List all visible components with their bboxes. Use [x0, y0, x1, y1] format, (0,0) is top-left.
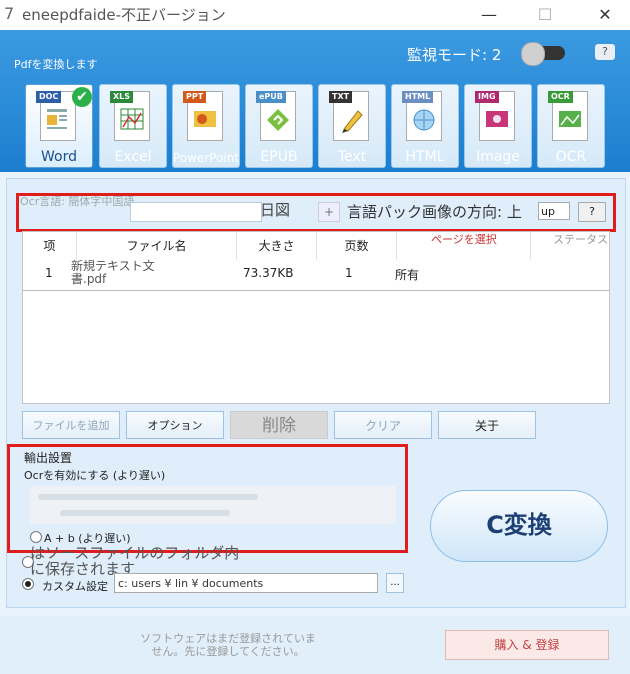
format-html-button[interactable]: HTML HTML [391, 84, 459, 168]
highlight-box-output [7, 444, 408, 553]
format-epub-button[interactable]: ePUB EPUB [245, 84, 313, 168]
format-powerpoint-button[interactable]: PPT PowerPoint [172, 84, 240, 168]
format-tag: XLS [110, 91, 134, 103]
toggle-knob [521, 42, 545, 66]
format-tag: TXT [329, 91, 353, 103]
convert-label: Pdfを変換します [14, 58, 98, 71]
header-bar: Pdfを変換します 監視モード: 2 ? DOC ✔ Word XLS Exce… [0, 30, 630, 172]
monitor-mode-toggle[interactable] [521, 42, 565, 66]
row-select: 所有 [395, 268, 420, 282]
column-header: ステータス [553, 233, 608, 246]
add-file-button[interactable]: ファイルを追加 [22, 411, 120, 439]
minimize-button[interactable]: — [466, 0, 512, 30]
format-tag: OCR [548, 91, 573, 103]
pencil-icon [342, 110, 363, 133]
format-label: HTML [405, 149, 445, 165]
custom-setting-label: カスタム設定 [42, 580, 108, 593]
column-header: 大きさ [237, 232, 317, 260]
format-tag: IMG [475, 91, 499, 103]
epub-icon [267, 109, 289, 131]
format-label: OCR [555, 149, 587, 165]
format-excel-button[interactable]: XLS Excel [99, 84, 167, 168]
format-image-button[interactable]: IMG Image [464, 84, 532, 168]
format-ocr-button[interactable]: OCR OCR [537, 84, 605, 168]
check-icon: ✔ [72, 87, 92, 107]
close-button[interactable]: ✕ [582, 0, 628, 30]
row-filename: 新規テキスト文書.pdf [71, 259, 155, 286]
format-word-button[interactable]: DOC ✔ Word [25, 84, 93, 168]
output-path-input[interactable]: c: users ¥ lin ¥ documents [114, 573, 378, 593]
buy-register-button[interactable]: 購入 & 登録 [445, 630, 609, 660]
format-tag: PPT [183, 91, 207, 103]
format-tag: ePUB [256, 91, 286, 103]
row-index: 1 [45, 266, 53, 280]
word-doc-icon [47, 109, 67, 129]
highlight-box-ocr [16, 193, 616, 232]
format-label: Image [476, 149, 520, 165]
powerpoint-slide-icon [194, 111, 216, 127]
clear-button[interactable]: クリア [334, 411, 432, 439]
format-tag: HTML [402, 91, 434, 103]
custom-path-radio[interactable] [22, 578, 34, 590]
row-pages: 1 [345, 266, 353, 280]
maximize-button[interactable]: ☐ [522, 0, 568, 30]
about-button[interactable]: 关于 [438, 411, 536, 439]
row-size: 73.37KB [243, 266, 294, 280]
format-label: EPUB [260, 149, 298, 165]
column-header: 页数 [317, 232, 397, 260]
window-title: eneepdfaide-不正バージョン [22, 6, 226, 24]
registration-notice: ソフトウェアはまだ登録されていません。先に登録してください。 [140, 632, 316, 658]
globe-icon [413, 109, 435, 131]
column-header: 项 [23, 232, 77, 260]
help-icon[interactable]: ? [595, 44, 615, 60]
title-bar: 7 eneepdfaide-不正バージョン — ☐ ✕ [0, 0, 630, 30]
row-divider [23, 290, 609, 291]
file-table[interactable]: 项 ファイル名 大きさ 页数 ページを選択 ステータス 1 新規テキスト文書.p… [22, 231, 610, 404]
format-label: Word [41, 149, 77, 165]
browse-button[interactable]: ... [386, 573, 404, 593]
convert-button[interactable]: C変換 [430, 490, 608, 562]
column-header: ページを選択 [397, 232, 531, 260]
format-tag: DOC [36, 91, 62, 103]
image-icon [486, 111, 508, 127]
format-label: Text [337, 149, 367, 165]
format-text-button[interactable]: TXT Text [318, 84, 386, 168]
format-label: PowerPoint [173, 151, 240, 165]
excel-sheet-icon [120, 108, 144, 130]
delete-button[interactable]: 削除 [230, 411, 328, 439]
format-label: Excel [114, 149, 152, 165]
ocr-icon [559, 111, 581, 127]
options-button[interactable]: オプション [126, 411, 224, 439]
monitor-mode-label: 監視モード: 2 [407, 46, 502, 64]
column-header: ファイル名 [77, 232, 237, 260]
app-logo-icon: 7 [4, 4, 15, 23]
